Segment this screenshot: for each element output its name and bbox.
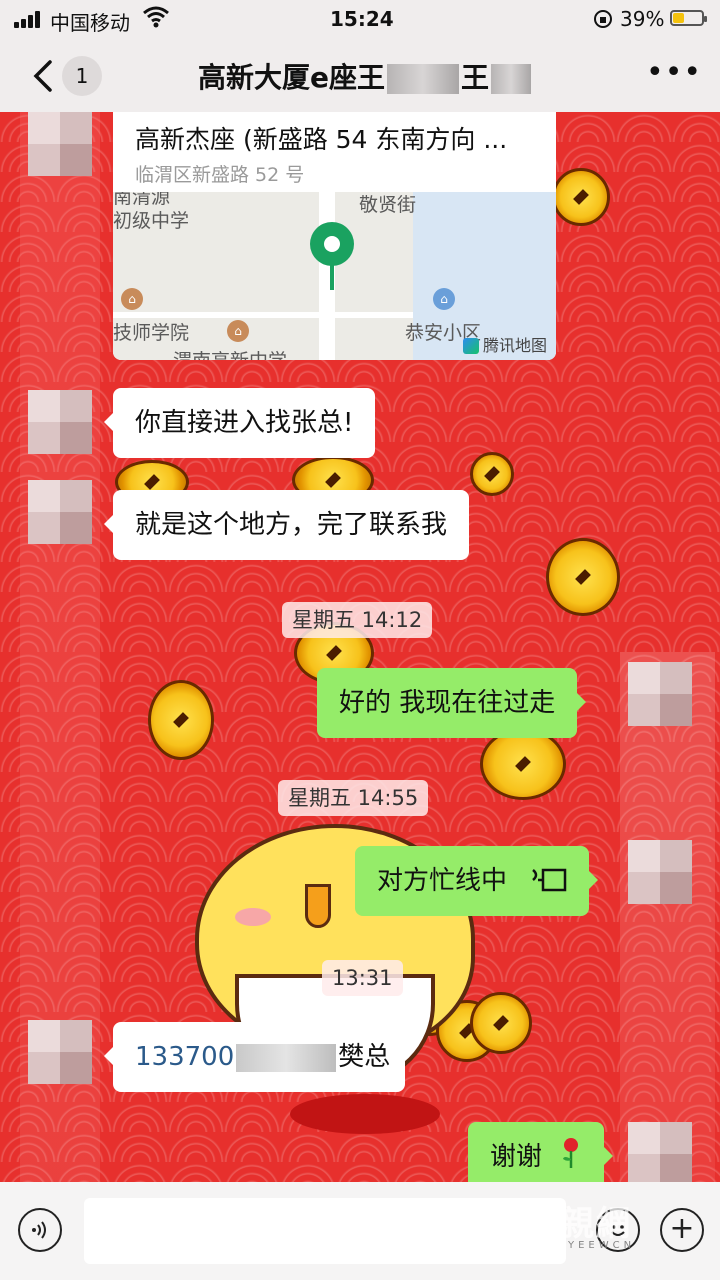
school-icon: ⌂ <box>227 320 249 342</box>
more-options-button[interactable]: ••• <box>646 58 701 90</box>
avatar[interactable] <box>28 1020 92 1084</box>
more-actions-button[interactable]: + <box>660 1208 704 1252</box>
message-bubble[interactable]: 好的 我现在往过走 <box>317 668 587 738</box>
school-icon: ⌂ <box>121 288 143 310</box>
coin-decoration <box>470 452 514 496</box>
map-label: 渭南高新中学 <box>173 346 287 360</box>
self-avatar-column <box>620 652 715 1182</box>
coin-decoration <box>552 168 610 226</box>
status-bar: 中国移动 15:24 39% <box>0 0 720 40</box>
chat-title: 高新大厦e座王 王 <box>198 56 533 96</box>
watermark: 親網 <box>560 1204 632 1244</box>
phone-number-prefix[interactable]: 133700 <box>135 1042 234 1072</box>
avatar[interactable] <box>28 112 92 176</box>
back-button[interactable] <box>28 56 58 96</box>
residence-icon: ⌂ <box>433 288 455 310</box>
message-bubble[interactable]: 就是这个地方，完了联系我 <box>103 490 470 560</box>
message-bubble[interactable]: 你直接进入找张总! <box>103 388 376 458</box>
location-address: 临渭区新盛路 52 号 <box>135 164 305 186</box>
wifi-icon <box>142 6 170 33</box>
chevron-left-icon <box>33 60 52 92</box>
chat-header: 1 高新大厦e座王 王 ••• <box>0 40 720 112</box>
location-title: 高新杰座 (新盛路 54 东南方向 ... <box>135 125 508 154</box>
location-pin-icon <box>310 222 354 292</box>
chat-area[interactable]: 高新杰座 (新盛路 54 东南方向 ... 临渭区新盛路 52 号 南清源 初级… <box>0 112 720 1182</box>
message-timestamp: 13:31 <box>322 960 403 996</box>
coin-decoration <box>480 728 566 800</box>
redacted-block <box>491 64 532 94</box>
avatar[interactable] <box>28 390 92 454</box>
voice-icon <box>32 1221 46 1239</box>
map-label: 技师学院 <box>113 322 190 344</box>
plus-icon: + <box>669 1211 695 1246</box>
avatar[interactable] <box>28 480 92 544</box>
signal-icon <box>14 10 44 28</box>
call-record-bubble[interactable]: 对方忙线中 <box>355 846 599 916</box>
carrier-name: 中国移动 <box>50 11 130 35</box>
redacted-block <box>236 1043 337 1072</box>
redacted-block <box>387 64 459 94</box>
contact-name: 樊总 <box>338 1042 391 1072</box>
map-label: 敬贤街 <box>359 194 417 216</box>
call-icon <box>529 850 569 920</box>
avatar[interactable] <box>628 840 692 904</box>
phone-number-bubble[interactable]: 133700 樊总 <box>104 1022 405 1092</box>
map-label: 初级中学 <box>113 210 190 232</box>
coin-decoration <box>148 680 214 760</box>
avatar[interactable] <box>628 662 692 726</box>
chat-title-prefix: 高新大厦e座王 <box>198 61 385 94</box>
map-provider: 腾讯地图 <box>463 332 547 356</box>
tencent-map-icon <box>463 338 479 354</box>
location-message-card[interactable]: 高新杰座 (新盛路 54 东南方向 ... 临渭区新盛路 52 号 南清源 初级… <box>113 112 556 360</box>
battery-percent: 39% <box>620 7 665 31</box>
coin-decoration <box>546 538 620 616</box>
message-input[interactable] <box>84 1198 566 1264</box>
call-status-text: 对方忙线中 <box>377 866 508 896</box>
map-preview[interactable]: 南清源 初级中学 敬贤街 ⌂ 技师学院 ⌂ ⌂ 恭安小区 渭南高新中学 腾讯地图 <box>113 192 556 360</box>
message-timestamp: 星期五 14:12 <box>282 602 433 638</box>
watermark-sub: YEEWCN <box>568 1240 636 1251</box>
rotation-lock-icon <box>592 8 614 35</box>
battery-icon <box>670 10 707 26</box>
avatar[interactable] <box>628 1122 692 1182</box>
sticker-shadow <box>290 1094 440 1134</box>
chat-title-middle: 王 <box>461 61 490 94</box>
rose-icon <box>560 1126 582 1182</box>
message-bubble[interactable]: 谢谢 <box>468 1122 614 1182</box>
voice-input-button[interactable] <box>18 1208 62 1252</box>
unread-count-badge[interactable]: 1 <box>62 56 102 96</box>
message-timestamp: 星期五 14:55 <box>278 780 429 816</box>
message-text: 谢谢 <box>490 1142 543 1172</box>
clock: 15:24 <box>330 7 394 31</box>
